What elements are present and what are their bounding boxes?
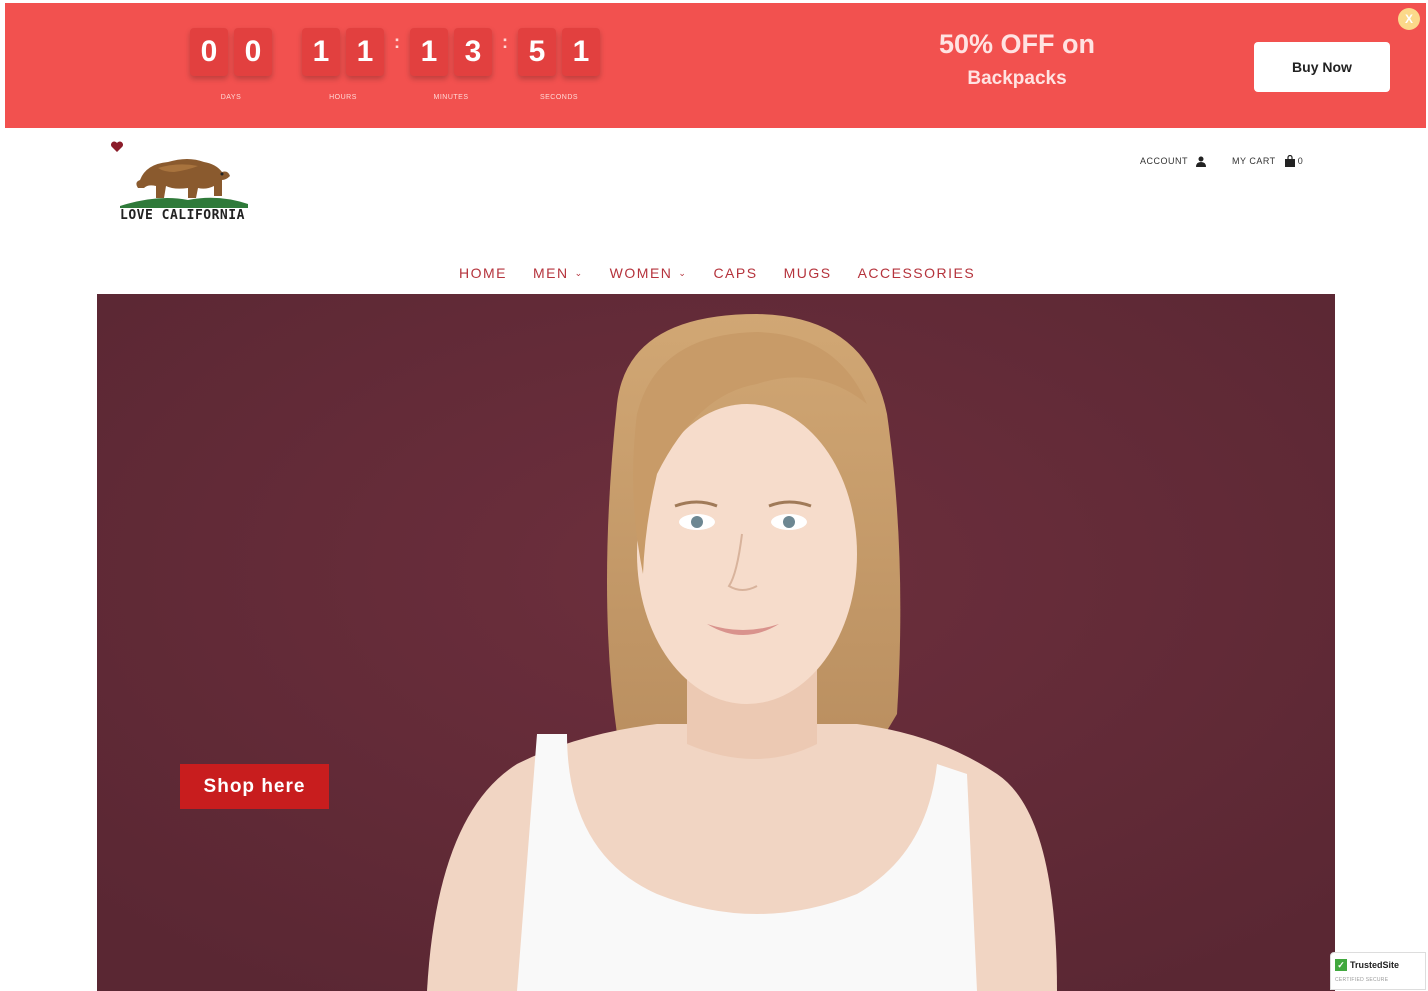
check-icon: ✓ [1335, 959, 1347, 971]
countdown-timer: 0 0 DAYS 1 1 HOURS : 1 3 MINUTES : 5 1 S… [190, 28, 600, 101]
nav-item-home[interactable]: HOME [459, 265, 507, 281]
nav-item-caps[interactable]: CAPS [713, 265, 757, 281]
offer-title: 50% OFF on [938, 29, 1095, 59]
countdown-digit: 1 [562, 28, 600, 76]
account-link[interactable]: ACCOUNT [1140, 156, 1188, 166]
nav-item-accessories[interactable]: ACCESSORIES [858, 265, 976, 281]
countdown-separator: : [394, 32, 400, 52]
promo-offer: 50% OFF on Backpacks [908, 28, 1126, 90]
page: 0 0 DAYS 1 1 HOURS : 1 3 MINUTES : 5 1 S… [0, 0, 1428, 991]
header-account-area: ACCOUNT MY CART 0 [1140, 155, 1303, 167]
countdown-digit: 5 [518, 28, 556, 76]
logo-text: LOVE CALIFORNIA [120, 208, 245, 223]
chevron-down-icon: ⌄ [574, 267, 584, 278]
hero-banner [97, 294, 1335, 991]
countdown-days: 0 0 DAYS [190, 28, 272, 101]
shopping-bag-icon[interactable] [1284, 155, 1296, 167]
countdown-label: DAYS [220, 94, 242, 101]
countdown-seconds: 5 1 SECONDS [518, 28, 600, 101]
countdown-digit: 0 [234, 28, 272, 76]
trust-badge-name: TrustedSite [1350, 960, 1400, 970]
countdown-separator: : [502, 32, 508, 52]
cart-link[interactable]: MY CART [1232, 156, 1276, 166]
chevron-down-icon: ⌄ [678, 267, 688, 278]
main-nav: HOME MEN ⌄ WOMEN ⌄ CAPS MUGS ACCESSORIES [459, 265, 975, 281]
countdown-digit: 1 [346, 28, 384, 76]
countdown-label: HOURS [329, 94, 357, 101]
nav-item-women[interactable]: WOMEN ⌄ [610, 265, 688, 281]
cart-count: 0 [1297, 156, 1304, 166]
user-icon[interactable] [1196, 156, 1206, 167]
countdown-digit: 1 [302, 28, 340, 76]
countdown-digit: 1 [410, 28, 448, 76]
trust-badge-sub: CERTIFIED SECURE [1335, 977, 1389, 983]
offer-subtitle: Backpacks [967, 68, 1067, 89]
shop-here-button[interactable]: Shop here [180, 764, 329, 809]
countdown-hours: 1 1 HOURS [302, 28, 384, 101]
close-promo-icon[interactable]: X [1398, 8, 1420, 30]
trust-badge[interactable]: ✓ TrustedSite CERTIFIED SECURE [1330, 952, 1426, 990]
hero-model-image [97, 294, 1335, 991]
countdown-digit: 0 [190, 28, 228, 76]
countdown-label: MINUTES [433, 94, 469, 101]
countdown-label: SECONDS [539, 94, 579, 101]
nav-item-mugs[interactable]: MUGS [784, 265, 832, 281]
countdown-digit: 3 [454, 28, 492, 76]
nav-item-men[interactable]: MEN ⌄ [533, 265, 584, 281]
countdown-minutes: 1 3 MINUTES [410, 28, 492, 101]
buy-now-button[interactable]: Buy Now [1254, 42, 1390, 92]
